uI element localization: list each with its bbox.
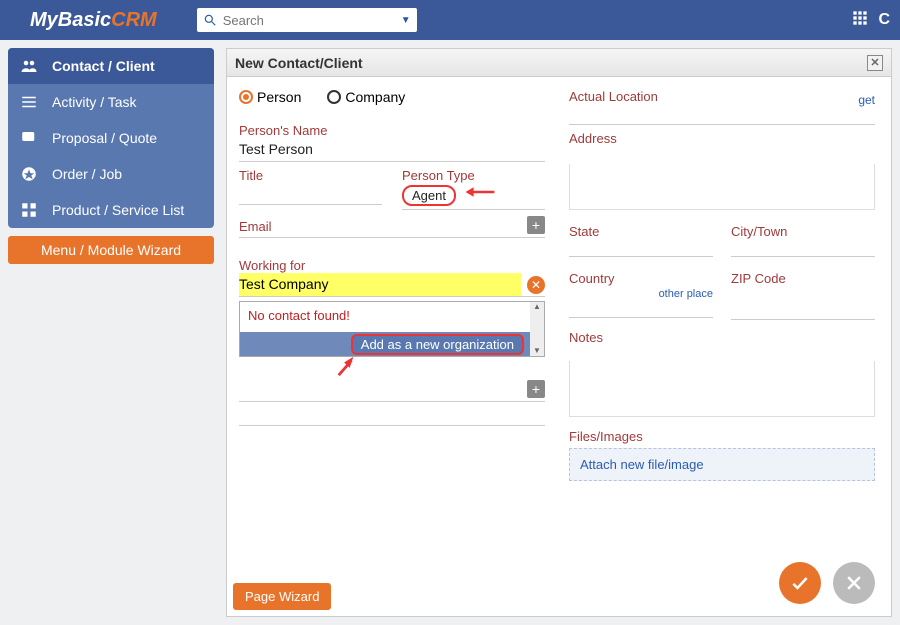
cancel-button[interactable]: [833, 562, 875, 604]
add-email-button[interactable]: +: [527, 216, 545, 234]
global-search[interactable]: ▼: [197, 8, 417, 32]
name-value[interactable]: Test Person: [239, 138, 545, 162]
app-logo: MyBasicCRM: [30, 9, 157, 32]
form-left-column: Person Company Person's Name Test Person…: [239, 89, 545, 616]
logo-part1: MyBasic: [30, 9, 111, 31]
product-icon: [20, 201, 38, 219]
topbar: MyBasicCRM ▼ C: [0, 0, 900, 40]
attach-file-button[interactable]: Attach new file/image: [569, 448, 875, 481]
apps-grid-icon[interactable]: [852, 10, 868, 31]
sidebar-item-contact[interactable]: Contact / Client: [8, 48, 214, 84]
blank-field[interactable]: [239, 406, 545, 426]
menu-module-wizard-button[interactable]: Menu / Module Wizard: [8, 236, 214, 264]
name-label: Person's Name: [239, 123, 545, 138]
search-icon: [203, 13, 217, 27]
form-right-column: Actual Location get Address State City/T…: [569, 89, 875, 616]
entity-type-radio-group: Person Company: [239, 89, 545, 105]
sidebar-item-label: Product / Service List: [52, 202, 184, 218]
side-menu: Contact / Client Activity / Task Proposa…: [8, 48, 214, 228]
add-working-for-button[interactable]: +: [527, 380, 545, 398]
person-type-label: Person Type: [402, 168, 545, 183]
scrollbar[interactable]: ▲▼: [530, 302, 544, 356]
topbar-right: C: [852, 10, 890, 31]
save-button[interactable]: [779, 562, 821, 604]
add-org-row: Add as a new organization: [240, 332, 530, 356]
person-type-value[interactable]: Agent: [402, 185, 456, 206]
annotation-arrow-icon: [239, 357, 545, 377]
actual-location-input[interactable]: [569, 107, 875, 125]
sidebar-item-label: Proposal / Quote: [52, 130, 157, 146]
sidebar-item-label: Order / Job: [52, 166, 122, 182]
sidebar-item-label: Contact / Client: [52, 58, 155, 74]
email-label: Email: [239, 219, 527, 234]
city-label: City/Town: [731, 224, 875, 239]
title-input[interactable]: [239, 183, 382, 205]
sidebar-item-order[interactable]: Order / Job: [8, 156, 214, 192]
radio-label: Person: [257, 89, 301, 105]
chevron-down-icon[interactable]: ▼: [401, 15, 411, 26]
radio-company[interactable]: Company: [327, 89, 405, 105]
logo-part2: CRM: [111, 9, 157, 31]
add-new-organization-button[interactable]: Add as a new organization: [351, 334, 524, 355]
radio-label: Company: [345, 89, 405, 105]
no-results-message: No contact found!: [240, 302, 530, 332]
sidebar-item-product[interactable]: Product / Service List: [8, 192, 214, 228]
other-place-link[interactable]: other place: [569, 288, 713, 300]
fab-group: [779, 562, 875, 604]
panel-title: New Contact/Client: [235, 55, 363, 71]
working-for-label: Working for: [239, 258, 545, 273]
page-wizard-button[interactable]: Page Wizard: [233, 583, 331, 610]
radio-icon: [327, 90, 341, 104]
state-input[interactable]: [569, 239, 713, 257]
check-icon: [790, 573, 810, 593]
proposal-icon: [20, 129, 38, 147]
new-contact-panel: New Contact/Client ✕ Person Company: [226, 48, 892, 617]
clear-icon[interactable]: ✕: [527, 276, 545, 294]
sidebar-item-label: Activity / Task: [52, 94, 137, 110]
radio-icon: [239, 90, 253, 104]
autocomplete-dropdown: No contact found! Add as a new organizat…: [239, 301, 545, 357]
get-location-link[interactable]: get: [858, 93, 875, 107]
sidebar-item-proposal[interactable]: Proposal / Quote: [8, 120, 214, 156]
annotation-arrow-icon: [464, 183, 496, 204]
country-label: Country: [569, 271, 713, 286]
radio-person[interactable]: Person: [239, 89, 301, 105]
user-menu[interactable]: C: [878, 11, 890, 29]
state-label: State: [569, 224, 713, 239]
panel-header: New Contact/Client ✕: [227, 49, 891, 77]
notes-label: Notes: [569, 330, 875, 345]
title-label: Title: [239, 168, 382, 183]
address-textarea[interactable]: [569, 164, 875, 210]
zip-label: ZIP Code: [731, 271, 875, 286]
zip-input[interactable]: [731, 302, 875, 320]
sidebar: Contact / Client Activity / Task Proposa…: [0, 40, 222, 625]
close-icon: [844, 573, 864, 593]
country-input[interactable]: [569, 300, 713, 318]
order-icon: [20, 165, 38, 183]
address-label: Address: [569, 131, 875, 146]
sidebar-item-activity[interactable]: Activity / Task: [8, 84, 214, 120]
city-input[interactable]: [731, 239, 875, 257]
working-for-input[interactable]: [239, 273, 521, 296]
actual-location-label: Actual Location: [569, 89, 858, 104]
activity-icon: [20, 93, 38, 111]
search-input[interactable]: [223, 13, 401, 28]
notes-textarea[interactable]: [569, 361, 875, 417]
close-icon[interactable]: ✕: [867, 55, 883, 71]
files-label: Files/Images: [569, 429, 875, 444]
contacts-icon: [20, 57, 38, 75]
